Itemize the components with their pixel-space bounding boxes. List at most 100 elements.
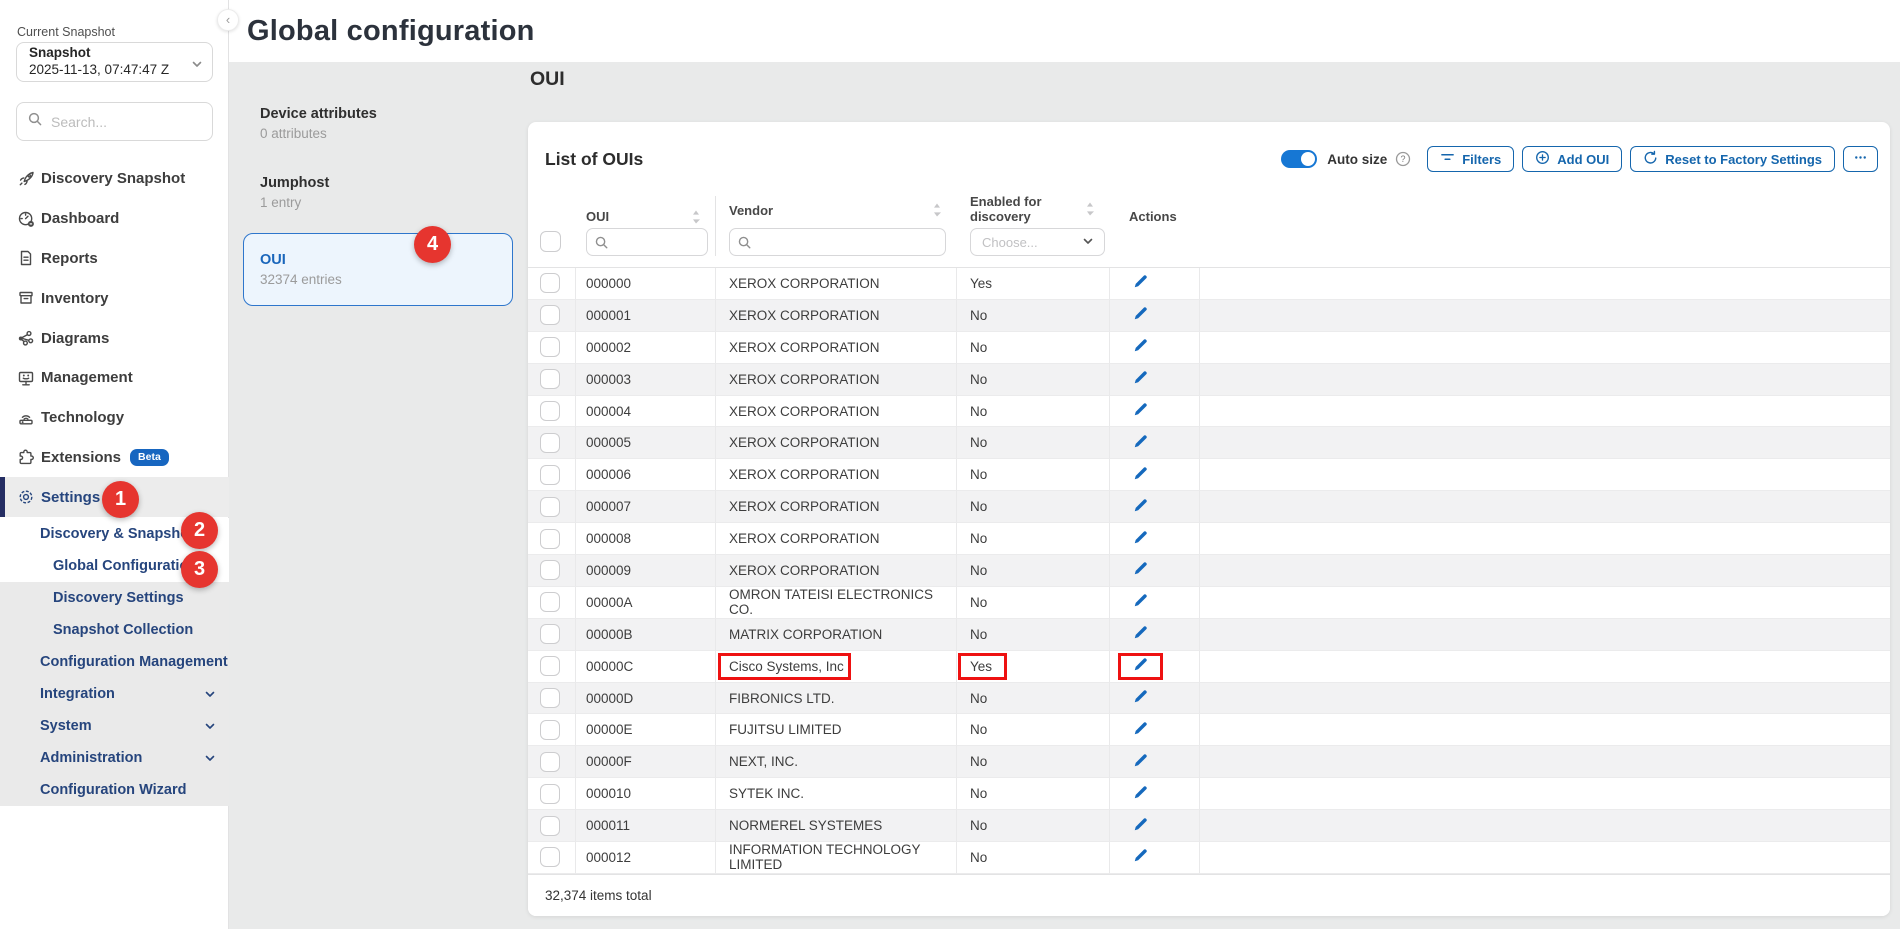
column-header-vendor[interactable]: Vendor bbox=[715, 196, 957, 226]
edit-button[interactable] bbox=[1132, 720, 1149, 740]
nav-item-technology[interactable]: Technology bbox=[0, 398, 229, 438]
row-checkbox[interactable] bbox=[540, 401, 560, 421]
submenu-item-configuration-wizard[interactable]: Configuration Wizard bbox=[0, 774, 229, 806]
snapshot-selector[interactable]: Snapshot 2025-11-13, 07:47:47 Z bbox=[16, 42, 213, 82]
edit-button[interactable] bbox=[1132, 592, 1149, 612]
nav-item-diagrams[interactable]: Diagrams bbox=[0, 318, 229, 358]
sidebar-search bbox=[16, 102, 213, 141]
row-checkbox[interactable] bbox=[540, 497, 560, 517]
row-checkbox-cell bbox=[528, 491, 576, 523]
submenu-item-integration[interactable]: Integration bbox=[0, 678, 229, 710]
edit-button[interactable] bbox=[1132, 624, 1149, 644]
submenu-item-label: Global Configuration bbox=[53, 558, 197, 574]
sort-icon[interactable] bbox=[692, 210, 700, 224]
sort-icon[interactable] bbox=[1086, 202, 1094, 216]
edit-button[interactable] bbox=[1132, 752, 1149, 772]
enabled-cell: No bbox=[957, 364, 1110, 396]
filler-cell bbox=[1200, 587, 1890, 619]
vendor-cell: NEXT, INC. bbox=[716, 746, 957, 778]
table-row: 000001XEROX CORPORATIONNo bbox=[528, 300, 1890, 332]
row-checkbox[interactable] bbox=[540, 337, 560, 357]
oui-cell: 000008 bbox=[576, 523, 716, 555]
vendor-cell: MATRIX CORPORATION bbox=[716, 619, 957, 651]
vendor-cell: XEROX CORPORATION bbox=[716, 523, 957, 555]
submenu-item-system[interactable]: System bbox=[0, 710, 229, 742]
row-checkbox[interactable] bbox=[540, 305, 560, 325]
submenu-item-configuration-management[interactable]: Configuration Management bbox=[0, 646, 229, 678]
help-icon[interactable]: ? bbox=[1395, 151, 1411, 167]
enabled-filter-select[interactable]: Choose... bbox=[970, 228, 1105, 256]
edit-button[interactable] bbox=[1132, 305, 1149, 325]
row-checkbox[interactable] bbox=[540, 720, 560, 740]
more-actions-button[interactable] bbox=[1843, 146, 1878, 172]
pencil-icon bbox=[1132, 401, 1149, 421]
config-nav-item-oui[interactable]: OUI32374 entries bbox=[243, 233, 513, 306]
edit-button[interactable] bbox=[1132, 401, 1149, 421]
column-header-enabled[interactable]: Enabled for discovery bbox=[957, 194, 1110, 226]
nav-item-label: Reports bbox=[41, 250, 98, 267]
enabled-cell: No bbox=[957, 396, 1110, 428]
reset-factory-button[interactable]: Reset to Factory Settings bbox=[1630, 146, 1835, 172]
table-row: 000006XEROX CORPORATIONNo bbox=[528, 459, 1890, 491]
submenu-item-snapshot-collection[interactable]: Snapshot Collection bbox=[0, 614, 229, 646]
search-input[interactable] bbox=[51, 114, 191, 130]
submenu-item-label: Administration bbox=[40, 750, 142, 766]
add-oui-button[interactable]: Add OUI bbox=[1522, 146, 1622, 172]
edit-button[interactable] bbox=[1132, 433, 1149, 453]
edit-button[interactable] bbox=[1132, 529, 1149, 549]
column-header-oui[interactable]: OUI bbox=[576, 209, 716, 226]
row-checkbox[interactable] bbox=[540, 624, 560, 644]
edit-button[interactable] bbox=[1132, 816, 1149, 836]
nav-item-management[interactable]: Management bbox=[0, 358, 229, 398]
submenu-item-administration[interactable]: Administration bbox=[0, 742, 229, 774]
autosize-toggle[interactable] bbox=[1281, 150, 1317, 168]
row-checkbox[interactable] bbox=[540, 369, 560, 389]
pencil-icon bbox=[1132, 433, 1149, 453]
edit-button[interactable] bbox=[1132, 273, 1149, 293]
row-checkbox[interactable] bbox=[540, 529, 560, 549]
edit-button[interactable] bbox=[1132, 465, 1149, 485]
config-nav: Device attributes0 attributes Jumphost1 e… bbox=[243, 95, 513, 316]
vendor-filter-input[interactable] bbox=[729, 228, 946, 256]
select-all-checkbox[interactable] bbox=[540, 231, 561, 252]
edit-button[interactable] bbox=[1132, 560, 1149, 580]
table-body: 000000XEROX CORPORATIONYes000001XEROX CO… bbox=[528, 268, 1890, 874]
row-checkbox[interactable] bbox=[540, 433, 560, 453]
edit-button[interactable] bbox=[1132, 497, 1149, 517]
row-checkbox[interactable] bbox=[540, 560, 560, 580]
edit-button[interactable] bbox=[1132, 688, 1149, 708]
enabled-cell: No bbox=[957, 810, 1110, 842]
pencil-icon bbox=[1132, 529, 1149, 549]
row-checkbox[interactable] bbox=[540, 847, 560, 867]
enabled-cell: No bbox=[957, 683, 1110, 715]
oui-cell: 000001 bbox=[576, 300, 716, 332]
nav-item-extensions[interactable]: ExtensionsBeta bbox=[0, 438, 229, 478]
collapse-sidebar-button[interactable]: ‹ bbox=[217, 9, 239, 31]
filler-cell bbox=[1200, 364, 1890, 396]
table-header: OUI Vendor Enabled for discovery Actions bbox=[528, 182, 1890, 268]
edit-button[interactable] bbox=[1132, 656, 1149, 676]
edit-button[interactable] bbox=[1132, 369, 1149, 389]
pencil-icon bbox=[1132, 752, 1149, 772]
config-nav-item-jumphost[interactable]: Jumphost1 entry bbox=[243, 164, 513, 223]
row-checkbox[interactable] bbox=[540, 688, 560, 708]
config-nav-item-device-attributes[interactable]: Device attributes0 attributes bbox=[243, 95, 513, 154]
nav-item-inventory[interactable]: Inventory bbox=[0, 278, 229, 318]
row-checkbox[interactable] bbox=[540, 752, 560, 772]
nav-item-dashboard[interactable]: Dashboard bbox=[0, 199, 229, 239]
actions-cell bbox=[1110, 268, 1200, 300]
filters-button[interactable]: Filters bbox=[1427, 146, 1514, 172]
nav-item-reports[interactable]: Reports bbox=[0, 239, 229, 279]
edit-button[interactable] bbox=[1132, 784, 1149, 804]
row-checkbox[interactable] bbox=[540, 273, 560, 293]
row-checkbox[interactable] bbox=[540, 656, 560, 676]
nav-item-discovery-snapshot[interactable]: Discovery Snapshot bbox=[0, 159, 229, 199]
edit-button[interactable] bbox=[1132, 847, 1149, 867]
row-checkbox[interactable] bbox=[540, 816, 560, 836]
row-checkbox[interactable] bbox=[540, 592, 560, 612]
app-window: Current Snapshot Snapshot 2025-11-13, 07… bbox=[0, 0, 1900, 929]
row-checkbox[interactable] bbox=[540, 465, 560, 485]
row-checkbox[interactable] bbox=[540, 784, 560, 804]
edit-button[interactable] bbox=[1132, 337, 1149, 357]
sort-icon[interactable] bbox=[933, 203, 941, 217]
